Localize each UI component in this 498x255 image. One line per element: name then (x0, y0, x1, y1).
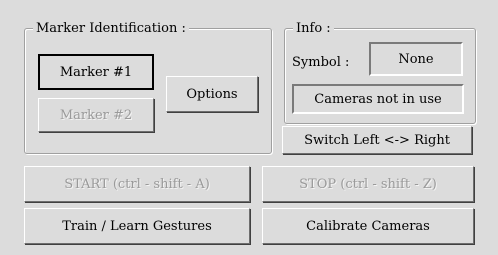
calibrate-cameras-button[interactable]: Calibrate Cameras (262, 208, 474, 244)
switch-left-right-button[interactable]: Switch Left <-> Right (282, 126, 472, 154)
symbol-label: Symbol : (292, 55, 350, 70)
info-title: Info : (293, 21, 334, 36)
train-learn-gestures-button[interactable]: Train / Learn Gestures (24, 208, 250, 244)
camera-status-field: Cameras not in use (292, 84, 464, 114)
marker-2-button[interactable]: Marker #2 (38, 98, 154, 132)
start-button[interactable]: START (ctrl - shift - A) (24, 166, 250, 202)
marker-identification-title: Marker Identification : (33, 21, 189, 36)
options-button[interactable]: Options (166, 76, 258, 112)
stop-button[interactable]: STOP (ctrl - shift - Z) (262, 166, 474, 202)
marker-1-button[interactable]: Marker #1 (38, 54, 154, 90)
symbol-value-field: None (369, 42, 463, 76)
